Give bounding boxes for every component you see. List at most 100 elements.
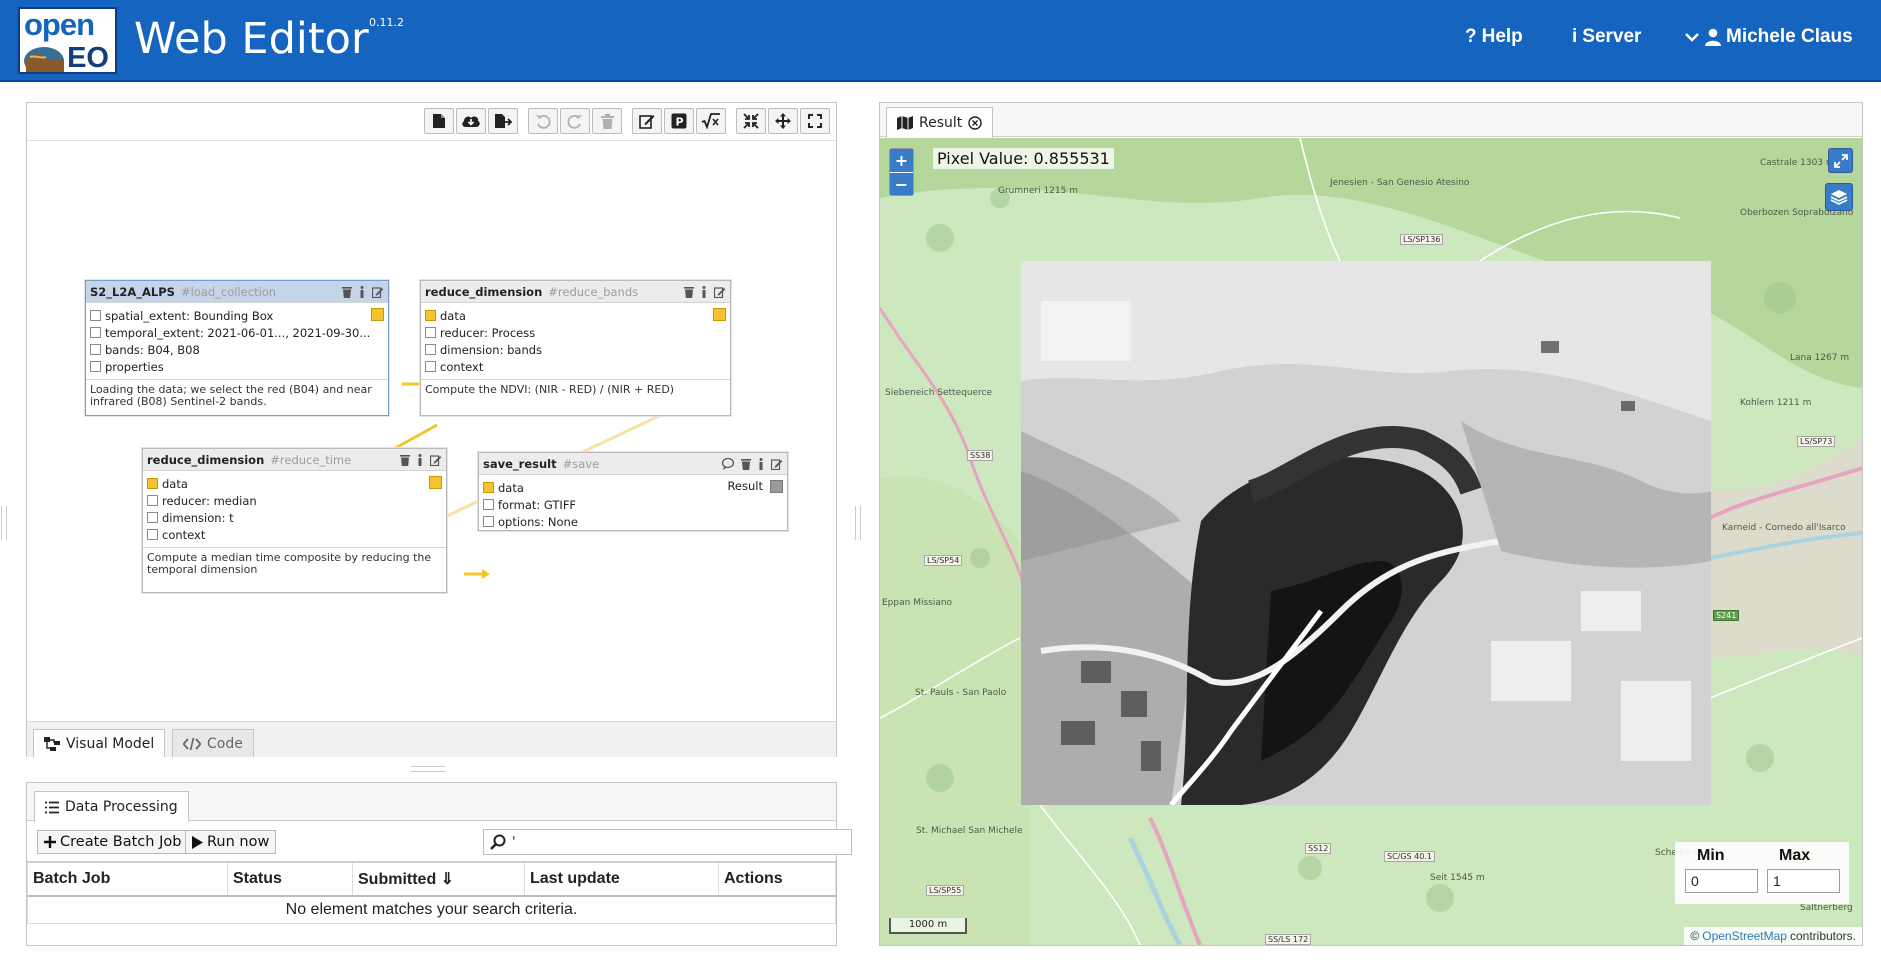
map-label: St. Michael San Michele — [916, 826, 1023, 836]
input-port[interactable] — [425, 310, 436, 321]
column-submitted[interactable]: Submitted ⇓ — [352, 861, 525, 897]
node-reduce-time[interactable]: reduce_dimension #reduce_time data reduc… — [142, 448, 447, 593]
undo-button[interactable] — [528, 108, 558, 134]
new-script-button[interactable] — [424, 108, 454, 134]
horizontal-resize-handle[interactable] — [411, 766, 445, 772]
param-label: bands: B04, B08 — [105, 342, 200, 357]
map-label: Saltnerberg — [1800, 903, 1853, 913]
param-properties[interactable]: properties — [90, 358, 384, 375]
save-cloud-button[interactable] — [456, 108, 486, 134]
map-label: Karneid - Cornedo all'Isarco — [1722, 523, 1846, 533]
user-menu[interactable]: Michele Claus — [1684, 26, 1853, 48]
vertical-resize-handle[interactable] — [855, 506, 861, 540]
min-input[interactable]: 0 — [1685, 869, 1758, 893]
info-icon[interactable] — [417, 453, 423, 466]
node-description: Compute the NDVI: (NIR - RED) / (NIR + R… — [421, 379, 730, 402]
close-tab-icon[interactable] — [968, 116, 982, 130]
column-batch-job[interactable]: Batch Job — [27, 861, 228, 897]
node-header[interactable]: S2_L2A_ALPS #load_collection — [86, 281, 388, 303]
edit-icon[interactable] — [771, 458, 783, 470]
formula-button[interactable] — [696, 108, 726, 134]
layers-button[interactable] — [1825, 183, 1853, 211]
tab-visual-model[interactable]: Visual Model — [33, 729, 166, 757]
edit-icon[interactable] — [372, 286, 384, 298]
param-format[interactable]: format: GTIFF — [483, 496, 783, 513]
parameters-button[interactable]: P — [664, 108, 694, 134]
run-now-button[interactable]: Run now — [185, 830, 277, 854]
tab-code[interactable]: Code — [172, 729, 254, 757]
param-label: temporal_extent: 2021-06-01..., 2021-09-… — [105, 325, 371, 340]
result-map[interactable]: Jenesien - San Genesio Atesino Grumneri … — [880, 138, 1862, 945]
map-label: Castrale 1303 m — [1760, 158, 1835, 168]
param-context[interactable]: context — [147, 526, 442, 543]
param-checkbox — [425, 327, 436, 338]
tab-result[interactable]: Result — [886, 107, 994, 138]
tab-data-processing[interactable]: Data Processing — [34, 791, 189, 822]
param-temporal-extent[interactable]: temporal_extent: 2021-06-01..., 2021-09-… — [90, 324, 384, 341]
info-icon[interactable] — [701, 285, 707, 298]
node-header[interactable]: save_result #save — [479, 453, 787, 475]
model-canvas[interactable]: S2_L2A_ALPS #load_collection spatial_ext… — [27, 141, 836, 721]
param-dimension[interactable]: dimension: bands — [425, 341, 726, 358]
play-icon — [192, 835, 203, 849]
move-button[interactable] — [768, 108, 798, 134]
edit-icon[interactable] — [430, 454, 442, 466]
help-link[interactable]: ? Help — [1465, 26, 1523, 48]
node-header[interactable]: reduce_dimension #reduce_time — [143, 449, 446, 471]
param-spatial-extent[interactable]: spatial_extent: Bounding Box — [90, 307, 384, 324]
node-title: reduce_dimension — [147, 452, 265, 467]
fullscreen-button[interactable] — [800, 108, 830, 134]
result-tab-bar: Result — [880, 103, 1862, 138]
zoom-in-button[interactable]: + — [890, 149, 913, 172]
column-last-update[interactable]: Last update — [524, 861, 719, 897]
node-header[interactable]: reduce_dimension #reduce_bands — [421, 281, 730, 303]
square-root-icon — [701, 113, 720, 129]
edit-metadata-button[interactable] — [632, 108, 662, 134]
job-search-input[interactable]: ' — [483, 829, 852, 855]
trash-icon[interactable] — [741, 458, 751, 470]
param-data[interactable]: data — [147, 475, 442, 492]
trash-icon[interactable] — [400, 454, 410, 466]
openeo-logo[interactable]: open EO — [18, 7, 117, 74]
param-label: dimension: bands — [440, 342, 543, 357]
map-fullscreen-button[interactable] — [1828, 148, 1853, 173]
server-link[interactable]: i Server — [1572, 26, 1641, 48]
max-input[interactable]: 1 — [1767, 869, 1840, 893]
compact-button[interactable] — [736, 108, 766, 134]
info-icon[interactable] — [758, 457, 764, 470]
node-load-collection[interactable]: S2_L2A_ALPS #load_collection spatial_ext… — [85, 280, 389, 416]
node-reduce-bands[interactable]: reduce_dimension #reduce_bands data redu… — [420, 280, 731, 416]
button-label: Create Batch Job — [60, 834, 182, 850]
left-resize-handle[interactable] — [1, 506, 7, 540]
zoom-out-button[interactable]: − — [890, 172, 913, 195]
param-data[interactable]: data Result — [483, 479, 783, 496]
param-reducer[interactable]: reducer: median — [147, 492, 442, 509]
min-max-control: Min Max 0 1 — [1675, 842, 1849, 904]
osm-link[interactable]: OpenStreetMap — [1702, 929, 1787, 943]
param-dimension[interactable]: dimension: t — [147, 509, 442, 526]
param-checkbox — [90, 310, 101, 321]
param-label: properties — [105, 359, 164, 374]
input-port[interactable] — [483, 482, 494, 493]
cloud-download-icon — [462, 116, 480, 127]
input-port[interactable] — [147, 478, 158, 489]
top-navbar: open EO Web Editor 0.11.2 ? Help i Serve… — [0, 0, 1881, 82]
node-save-result[interactable]: save_result #save data Result format: GTI… — [478, 452, 788, 531]
delete-button[interactable] — [592, 108, 622, 134]
param-bands[interactable]: bands: B04, B08 — [90, 341, 384, 358]
column-status[interactable]: Status — [227, 861, 353, 897]
info-icon[interactable] — [359, 285, 365, 298]
param-reducer[interactable]: reducer: Process — [425, 324, 726, 341]
editor-toolbar: P — [414, 108, 830, 134]
comment-icon[interactable] — [722, 457, 734, 470]
redo-button[interactable] — [560, 108, 590, 134]
create-batch-job-button[interactable]: Create Batch Job — [37, 830, 189, 854]
trash-icon[interactable] — [342, 286, 352, 298]
param-context[interactable]: context — [425, 358, 726, 375]
param-data[interactable]: data — [425, 307, 726, 324]
param-options[interactable]: options: None — [483, 513, 783, 530]
edit-icon[interactable] — [714, 286, 726, 298]
map-label: Kohlern 1211 m — [1740, 398, 1812, 408]
export-button[interactable] — [488, 108, 518, 134]
trash-icon[interactable] — [684, 286, 694, 298]
